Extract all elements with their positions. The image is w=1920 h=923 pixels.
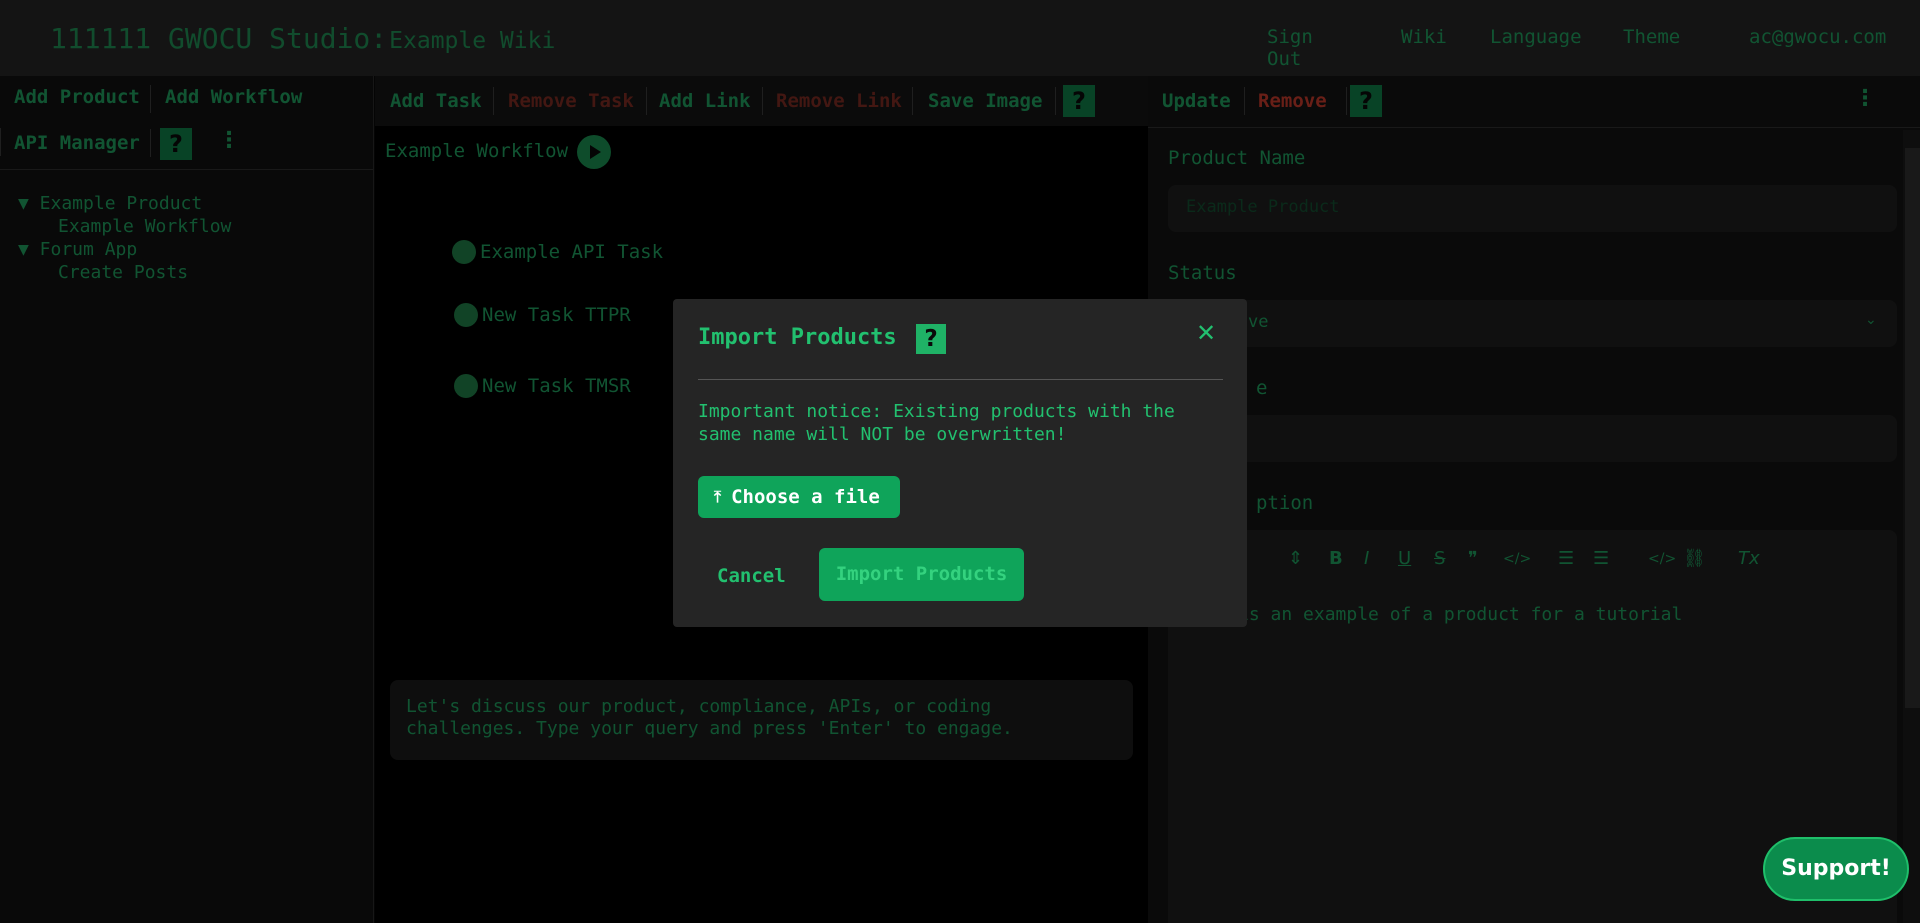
close-icon[interactable]: ✕: [1196, 319, 1216, 347]
dialog-divider: [698, 379, 1223, 380]
import-products-button[interactable]: Import Products: [819, 548, 1024, 601]
help-icon[interactable]: ?: [916, 324, 946, 354]
import-products-dialog: Import Products ? ✕ Important notice: Ex…: [673, 299, 1247, 627]
cancel-button[interactable]: Cancel: [717, 565, 786, 587]
choose-file-button[interactable]: ⤒ Choose a file: [698, 476, 900, 518]
choose-file-label: Choose a file: [731, 486, 880, 508]
support-button[interactable]: Support!: [1763, 837, 1909, 901]
import-notice: Important notice: Existing products with…: [698, 401, 1175, 445]
dialog-title: Import Products: [698, 325, 897, 350]
upload-icon: ⤒: [714, 487, 722, 506]
